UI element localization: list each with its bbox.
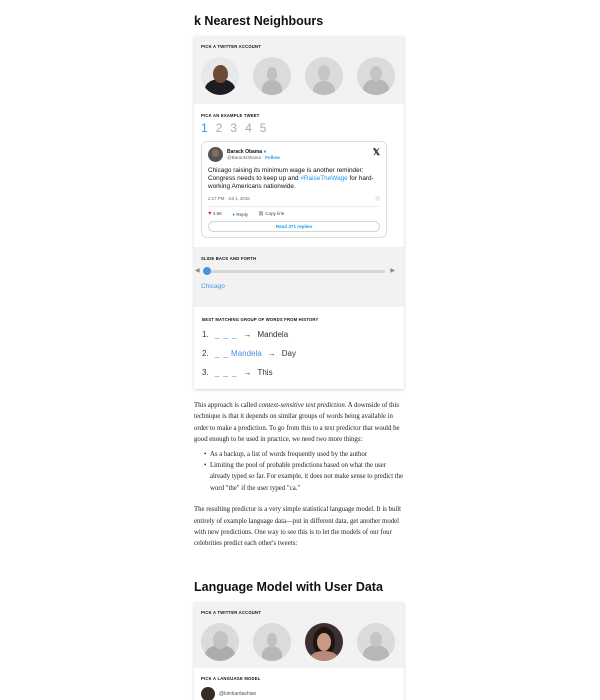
tweet-tab-4[interactable]: 4 (245, 121, 252, 135)
reply-icon: ● (232, 211, 236, 217)
account-picker: Pick a Twitter account (194, 36, 404, 104)
paragraph-1: This approach is called context-sensitiv… (194, 402, 400, 444)
chevron-left-icon[interactable]: ◀ (195, 267, 200, 274)
avatar-account-2[interactable] (253, 57, 291, 95)
slider-handle[interactable] (203, 267, 211, 275)
language-model-widget: Pick a Twitter account Pick a language m… (194, 602, 404, 700)
slider-current-word: Chicago (201, 283, 225, 290)
x-logo-icon[interactable]: 𝕏 (373, 147, 380, 158)
word-slider[interactable]: ◀ ▶ (195, 267, 397, 275)
account-picker-2: Pick a Twitter account (194, 602, 404, 668)
slider-track[interactable] (207, 270, 385, 273)
paragraph-2: The resulting predictor is a very simple… (194, 506, 402, 548)
link-icon: ⛓ (258, 211, 264, 216)
tweet-avatar (208, 147, 223, 162)
hashtag-link[interactable]: #RaiseTheWage (300, 175, 347, 182)
chevron-right-icon[interactable]: ▶ (390, 267, 395, 274)
read-replies-button[interactable]: Read 371 replies (208, 221, 380, 232)
info-icon[interactable]: ⓘ (376, 196, 380, 202)
bullet-list: As a backup, a list of words frequently … (194, 449, 404, 495)
reply-button[interactable]: ● Reply (232, 212, 248, 217)
list-item: 3. _ _ _ → This (202, 368, 273, 377)
tweet-picker: Pick an example tweet 1 2 3 4 5 Barack O… (194, 104, 404, 247)
slide-label: Slide back and forth (201, 256, 257, 261)
model-handle: @kimkardashian (219, 691, 257, 697)
embedded-tweet: Barack Obama ● @BarackObama · Follow 𝕏 C… (201, 141, 387, 238)
like-button[interactable]: ♥ 4.6K (208, 211, 222, 217)
list-item: Limiting the pool of probable prediction… (204, 460, 404, 494)
pick-account-label: Pick a Twitter account (201, 44, 261, 49)
avatar-account-2[interactable] (253, 623, 291, 661)
avatar-kardashian[interactable] (305, 623, 343, 661)
heart-icon: ♥ (208, 211, 212, 217)
avatar-account-3[interactable] (305, 57, 343, 95)
avatar-obama[interactable] (201, 57, 239, 95)
copy-link-label: Copy link (265, 211, 285, 216)
avatar-account-4[interactable] (357, 623, 395, 661)
list-item: As a backup, a list of words frequently … (204, 449, 404, 461)
tweet-number-tabs: 1 2 3 4 5 (201, 121, 397, 135)
tweet-tab-3[interactable]: 3 (230, 121, 237, 135)
match-list: 1. _ _ _ → Mandela 2. _ _ Mandela → Day … (202, 330, 397, 377)
best-matching-section: Best matching group of words from histor… (194, 307, 404, 389)
pick-model-label: Pick a language model (201, 676, 261, 681)
pick-tweet-label: Pick an example tweet (201, 113, 260, 118)
list-item: 2. _ _ Mandela → Day (202, 349, 296, 358)
knn-widget: Pick a Twitter account Pick an example t… (194, 36, 404, 389)
model-avatar (201, 687, 215, 700)
prose-block: This approach is called context-sensitiv… (194, 400, 404, 550)
reply-label: Reply (236, 211, 249, 217)
follow-link[interactable]: Follow (265, 155, 280, 160)
tweet-timestamp[interactable]: 2:17 PM · Jul 1, 2016 (208, 196, 250, 202)
best-matching-label: Best matching group of words from histor… (202, 317, 319, 322)
model-picker: Pick a language model @kimkardashian (194, 668, 404, 700)
slider-section: Slide back and forth ◀ ▶ Chicago (194, 247, 404, 307)
tweet-handle: @BarackObama (227, 155, 262, 160)
tweet-text: Chicago raising its minimum wage is anot… (208, 167, 374, 190)
like-count: 4.6K (212, 211, 223, 216)
section-title-language-model: Language Model with User Data (194, 580, 404, 603)
tweet-tab-5[interactable]: 5 (260, 121, 267, 135)
section-title-knn: k Nearest Neighbours (194, 14, 404, 37)
model-option[interactable]: @kimkardashian (201, 687, 397, 700)
list-item: 1. _ _ _ → Mandela (202, 330, 289, 339)
avatar-obama[interactable] (201, 623, 239, 661)
copy-link-button[interactable]: ⛓ Copy link (258, 211, 284, 217)
pick-account-label-2: Pick a Twitter account (201, 610, 261, 615)
tweet-tab-1[interactable]: 1 (201, 121, 208, 135)
avatar-account-4[interactable] (357, 57, 395, 95)
tweet-tab-2[interactable]: 2 (216, 121, 223, 135)
